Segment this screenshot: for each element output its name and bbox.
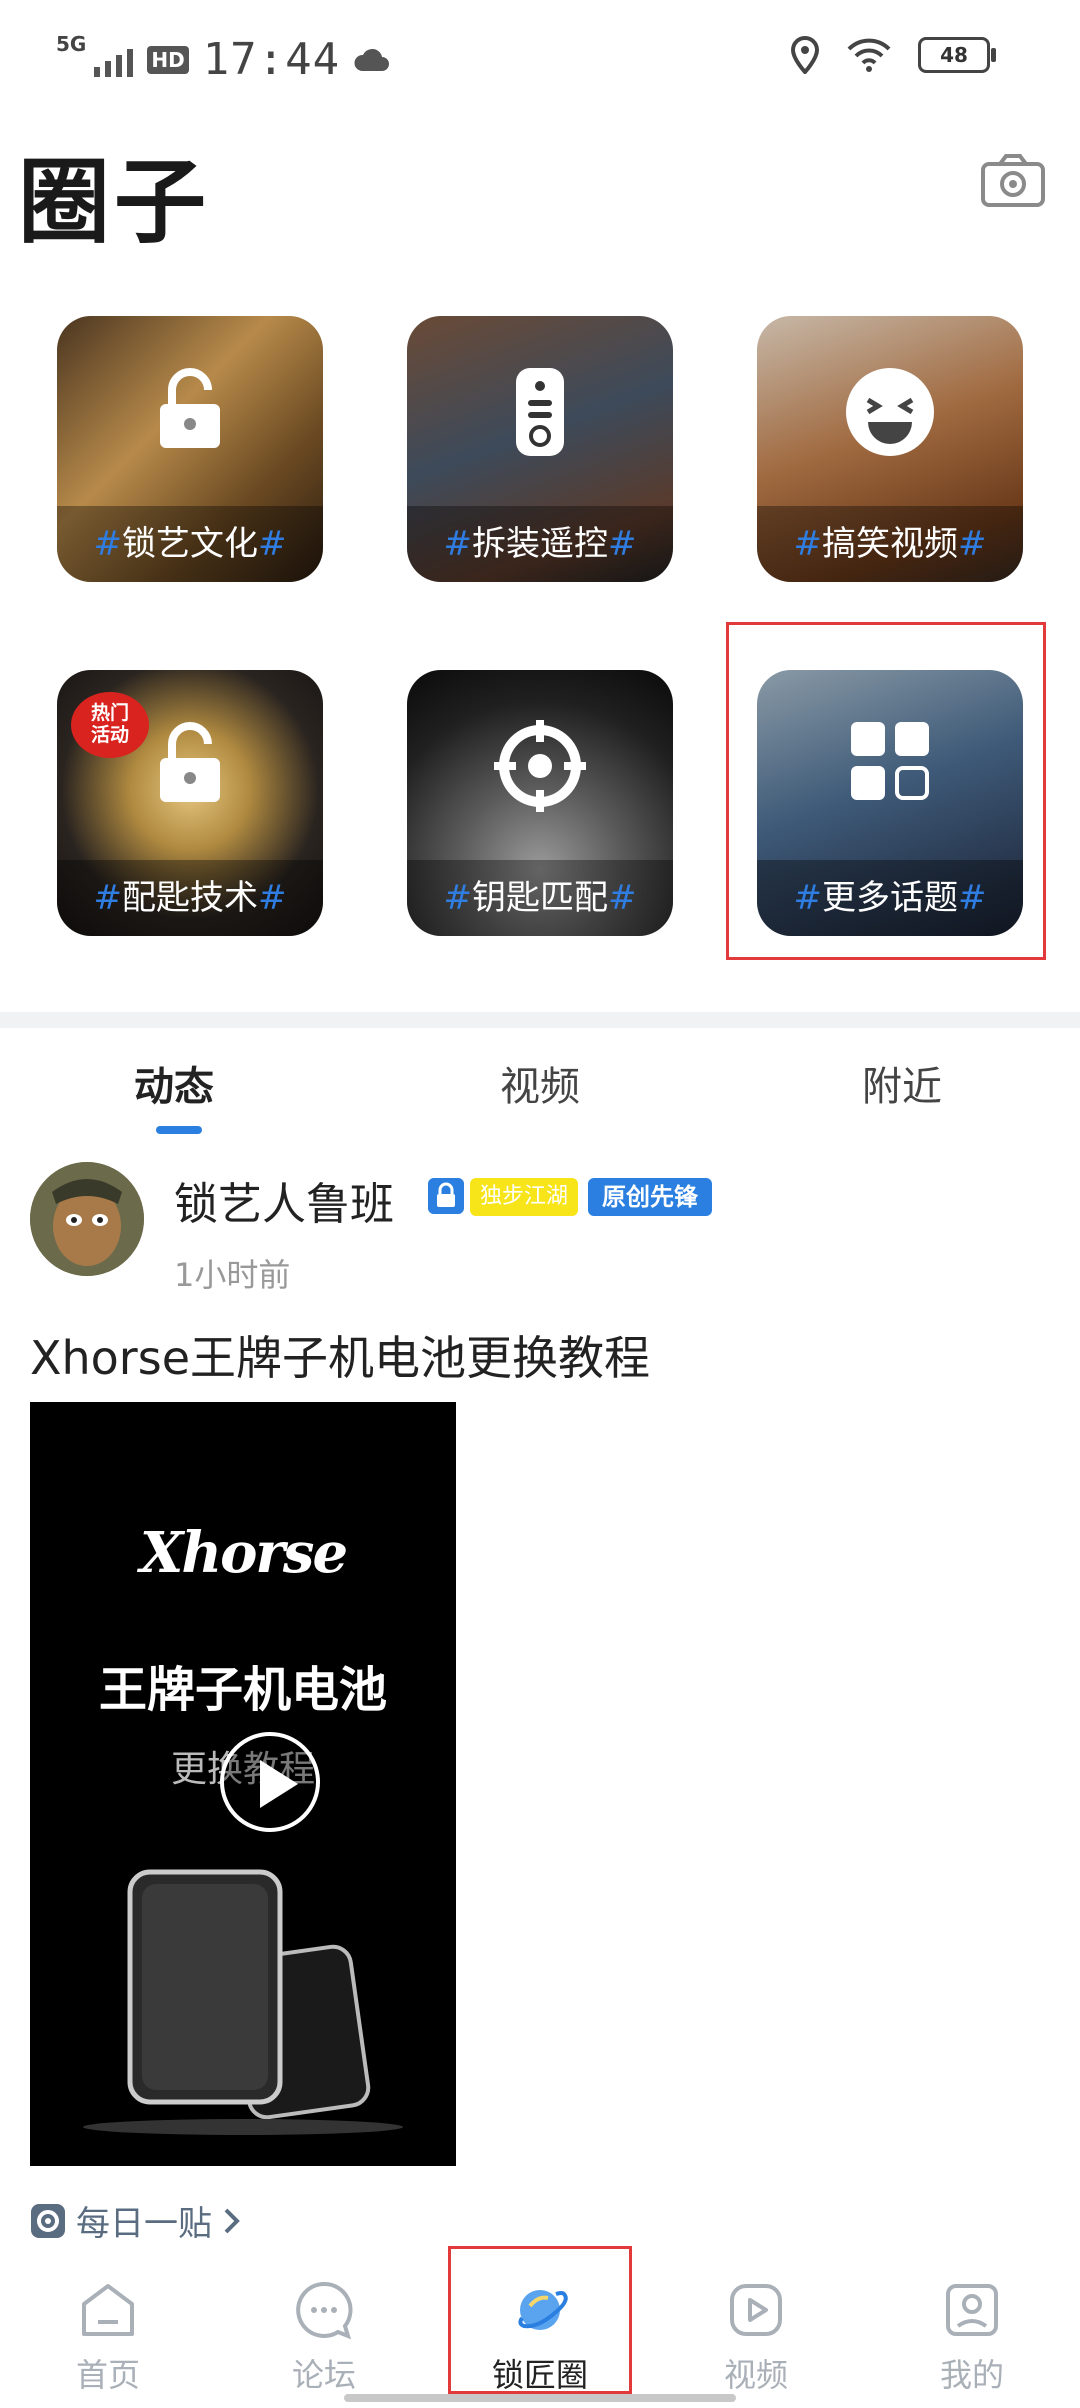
page-title: 圈子 (18, 149, 211, 256)
tab-dynamics[interactable]: 动态 (134, 1054, 214, 1112)
topic-label: 钥匙匹配 (472, 878, 608, 918)
highlight-box (726, 622, 1046, 960)
nav-forum[interactable]: 论坛 (244, 2250, 404, 2408)
topic-label: 搞笑视频 (822, 524, 958, 564)
chevron-right-icon (224, 2208, 240, 2233)
lock-badge-icon (428, 1178, 464, 1214)
signal-icon (94, 43, 134, 77)
section-divider (0, 1012, 1080, 1028)
battery-icon: 48 (918, 37, 996, 73)
topic-remote-assembly[interactable]: #拆装遥控# (407, 316, 673, 582)
location-icon (790, 36, 820, 74)
wifi-icon (847, 38, 891, 72)
camera-icon[interactable] (980, 152, 1046, 208)
unlock-icon (160, 368, 220, 448)
post-title[interactable]: Xhorse王牌子机电池更换教程 (30, 1322, 650, 1388)
topic-lock-culture[interactable]: #锁艺文化# (57, 316, 323, 582)
avatar[interactable] (30, 1162, 144, 1276)
daily-post-topic[interactable]: 每日一贴 (30, 2196, 242, 2245)
author-name[interactable]: 锁艺人鲁班 (174, 1168, 394, 1232)
gesture-bar[interactable] (344, 2394, 736, 2402)
video-title-line1: 王牌子机电池 (98, 1662, 387, 1718)
device-image (83, 1869, 403, 2135)
clock: 17:44 (202, 34, 341, 85)
profile-icon (946, 2284, 998, 2336)
tab-nearby[interactable]: 附近 (862, 1054, 942, 1112)
play-icon[interactable] (220, 1732, 320, 1832)
nav-videos[interactable]: 视频 (676, 2250, 836, 2408)
target-icon (494, 720, 586, 812)
hd-icon: HD (147, 45, 189, 74)
topic-label: 锁艺文化 (122, 524, 258, 564)
laughing-face-icon (846, 368, 934, 456)
network-type: 5G (56, 31, 87, 56)
video-thumbnail[interactable]: Xhorse 王牌子机电池 更换教程 (30, 1402, 456, 2166)
topic-key-cutting[interactable]: 热门 活动 #配匙技术# (57, 670, 323, 936)
tab-videos[interactable]: 视频 (500, 1054, 580, 1112)
topic-link-label: 每日一贴 (76, 2204, 212, 2244)
active-tab-indicator (156, 1126, 202, 1134)
topic-label: 拆装遥控 (472, 524, 608, 564)
topic-funny-videos[interactable]: #搞笑视频# (757, 316, 1023, 582)
topic-label: 配匙技术 (122, 878, 258, 918)
topic-icon (31, 2203, 65, 2238)
home-icon (82, 2284, 134, 2336)
unlock-icon (160, 722, 220, 802)
nav-profile[interactable]: 我的 (892, 2250, 1052, 2408)
post-time: 1小时前 (174, 1256, 291, 1294)
chat-icon (296, 2281, 353, 2340)
original-badge: 原创先锋 (588, 1178, 712, 1216)
video-play-icon (730, 2284, 782, 2336)
topic-key-matching[interactable]: #钥匙匹配# (407, 670, 673, 936)
remote-key-icon (516, 368, 564, 456)
highlight-box (448, 2246, 632, 2394)
nav-home[interactable]: 首页 (28, 2250, 188, 2408)
status-bar: 5G HD 17:44 48 (0, 0, 1080, 120)
level-badge: 独步江湖 (470, 1178, 579, 1216)
cloud-icon (354, 48, 390, 71)
video-brand: Xhorse (139, 1520, 348, 1586)
